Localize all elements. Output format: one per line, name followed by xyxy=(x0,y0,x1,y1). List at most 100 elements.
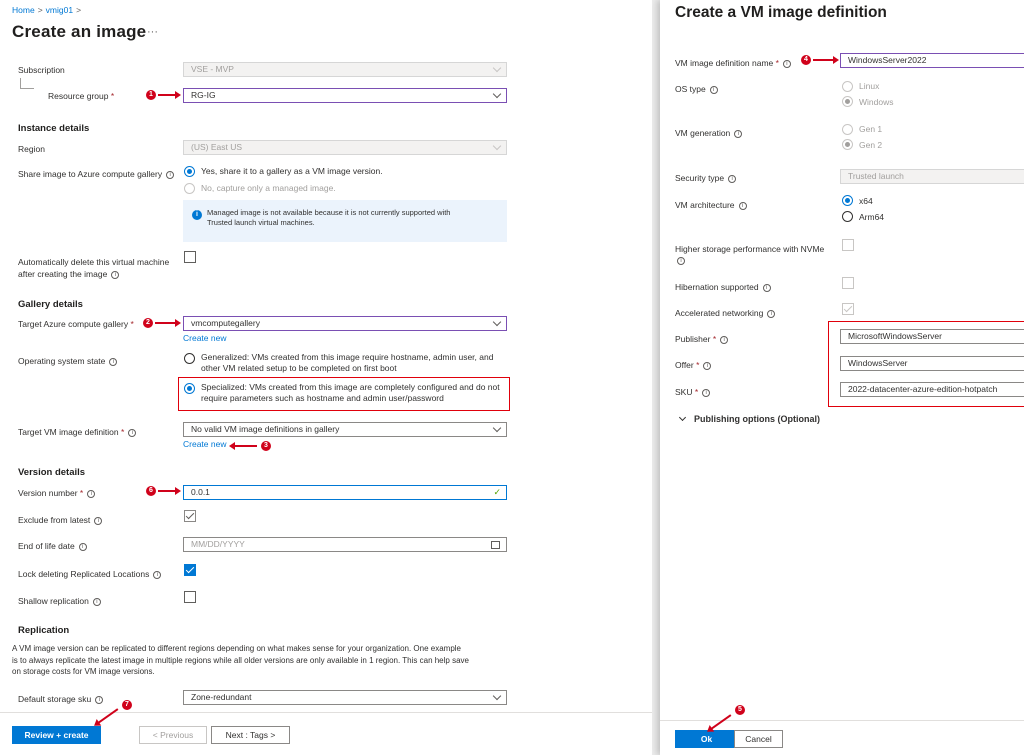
info-icon[interactable]: i xyxy=(720,335,729,344)
callout-arrow-1 xyxy=(158,91,181,99)
info-icon[interactable]: i xyxy=(111,270,120,279)
info-icon[interactable]: i xyxy=(92,597,101,606)
security-type-select: Trusted launch xyxy=(840,169,1024,184)
lock-deleting-checkbox[interactable] xyxy=(184,564,196,576)
page-title: Create an image xyxy=(12,22,147,41)
arch-x64-radio[interactable] xyxy=(842,195,853,206)
info-icon[interactable]: i xyxy=(762,283,771,292)
info-icon[interactable]: i xyxy=(782,59,791,68)
callout-badge-4: 4 xyxy=(801,55,811,65)
calendar-icon[interactable] xyxy=(491,541,500,549)
breadcrumb: Home > vmig01 > xyxy=(12,5,84,15)
chevron-down-icon xyxy=(678,413,687,422)
definition-pane-title: Create a VM image definition xyxy=(675,4,887,21)
publishing-options-expander[interactable]: Publishing options (Optional) xyxy=(678,413,820,424)
resource-group-select[interactable]: RG-IG xyxy=(183,88,507,103)
info-icon[interactable]: i xyxy=(728,174,737,183)
target-gallery-select[interactable]: vmcomputegallery xyxy=(183,316,507,331)
subscription-label: Subscription xyxy=(18,65,65,75)
target-definition-value: No valid VM image definitions in gallery xyxy=(191,424,340,434)
pane-divider xyxy=(652,0,660,755)
info-text-line2: Trusted launch virtual machines. xyxy=(207,218,315,227)
callout-arrow-3 xyxy=(229,442,257,450)
generalized-radio[interactable] xyxy=(184,353,195,364)
callout-badge-5: 5 xyxy=(735,705,745,715)
default-storage-value: Zone-redundant xyxy=(191,692,252,702)
security-type-label: Security type i xyxy=(675,173,737,183)
info-icon[interactable]: i xyxy=(702,388,711,397)
callout-arrow-2 xyxy=(155,319,181,327)
chevron-down-icon xyxy=(492,691,502,701)
accelerated-networking-label: Accelerated networking i xyxy=(675,308,776,318)
review-create-button[interactable]: Review + create xyxy=(12,726,101,744)
chevron-down-icon xyxy=(492,141,502,151)
os-linux-radio xyxy=(842,81,853,92)
nvme-label: Higher storage performance with NVMe xyxy=(675,244,825,254)
gen1-radio xyxy=(842,124,853,135)
more-options-icon[interactable]: ··· xyxy=(147,26,158,38)
generalized-label: Generalized: VMs created from this image… xyxy=(201,352,494,373)
info-icon[interactable]: i xyxy=(109,357,118,366)
create-new-definition-link[interactable]: Create new xyxy=(183,439,226,449)
breadcrumb-separator: > xyxy=(37,5,43,15)
create-definition-pane: Create a VM image definition VM image de… xyxy=(660,0,1024,755)
instance-details-heading: Instance details xyxy=(18,123,90,134)
target-definition-select[interactable]: No valid VM image definitions in gallery xyxy=(183,422,507,437)
info-icon[interactable]: i xyxy=(767,309,776,318)
valid-check-icon: ✓ xyxy=(493,487,501,497)
os-windows-radio xyxy=(842,96,853,107)
gen2-radio xyxy=(842,139,853,150)
specialized-highlight-box xyxy=(178,377,510,411)
info-icon[interactable]: i xyxy=(87,489,96,498)
share-gallery-label: Share image to Azure compute gallery i xyxy=(18,169,175,179)
replication-description: A VM image version can be replicated to … xyxy=(12,644,469,676)
exclude-latest-label: Exclude from latest i xyxy=(18,515,103,525)
lock-deleting-label: Lock deleting Replicated Locations i xyxy=(18,569,162,579)
security-type-value: Trusted launch xyxy=(848,171,904,181)
default-storage-select[interactable]: Zone-redundant xyxy=(183,690,507,705)
share-no-radio xyxy=(184,183,195,194)
info-icon[interactable]: i xyxy=(95,695,104,704)
definition-name-input[interactable]: WindowsServer2022 xyxy=(840,53,1024,68)
create-image-pane: Home > vmig01 > Create an image ··· Subscri… xyxy=(0,0,652,755)
end-of-life-input[interactable]: MM/DD/YYYY xyxy=(183,537,507,552)
definition-name-label: VM image definition name * i xyxy=(675,58,791,68)
next-tags-button[interactable]: Next : Tags > xyxy=(211,726,290,744)
chevron-down-icon xyxy=(492,423,502,433)
info-icon[interactable]: i xyxy=(734,129,743,138)
exclude-latest-checkbox[interactable] xyxy=(184,510,196,522)
arch-arm64-radio[interactable] xyxy=(842,211,853,222)
version-number-input[interactable]: 0.0.1 ✓ xyxy=(183,485,507,500)
ok-button[interactable]: Ok xyxy=(675,730,738,748)
info-icon[interactable]: i xyxy=(677,256,685,265)
info-icon[interactable]: i xyxy=(128,428,137,437)
definition-name-value: WindowsServer2022 xyxy=(848,55,927,65)
region-value: (US) East US xyxy=(191,142,243,152)
share-yes-radio[interactable] xyxy=(184,166,195,177)
info-icon[interactable]: i xyxy=(738,201,747,210)
cancel-button[interactable]: Cancel xyxy=(734,730,783,748)
info-icon[interactable]: i xyxy=(166,170,175,179)
chevron-down-icon xyxy=(492,89,502,99)
os-windows-label: Windows xyxy=(859,97,894,107)
info-icon[interactable]: i xyxy=(703,361,712,370)
create-new-gallery-link[interactable]: Create new xyxy=(183,333,226,343)
callout-badge-6: 6 xyxy=(146,486,156,496)
os-state-label: Operating system state i xyxy=(18,356,118,366)
vm-generation-label: VM generation i xyxy=(675,128,743,138)
breadcrumb-vm[interactable]: vmig01 xyxy=(46,5,73,15)
end-of-life-placeholder: MM/DD/YYYY xyxy=(191,539,245,549)
nvme-checkbox xyxy=(842,239,854,251)
previous-button: < Previous xyxy=(139,726,207,744)
breadcrumb-separator: > xyxy=(76,5,82,15)
replication-heading: Replication xyxy=(18,625,70,636)
info-icon[interactable]: i xyxy=(94,516,103,525)
info-icon[interactable]: i xyxy=(709,85,718,94)
auto-delete-checkbox[interactable] xyxy=(184,251,196,263)
shallow-replication-checkbox[interactable] xyxy=(184,591,196,603)
info-icon[interactable]: i xyxy=(153,570,162,579)
sku-label: SKU * i xyxy=(675,387,711,397)
os-type-label: OS type i xyxy=(675,84,718,94)
breadcrumb-home[interactable]: Home xyxy=(12,5,35,15)
info-icon[interactable]: i xyxy=(78,542,87,551)
